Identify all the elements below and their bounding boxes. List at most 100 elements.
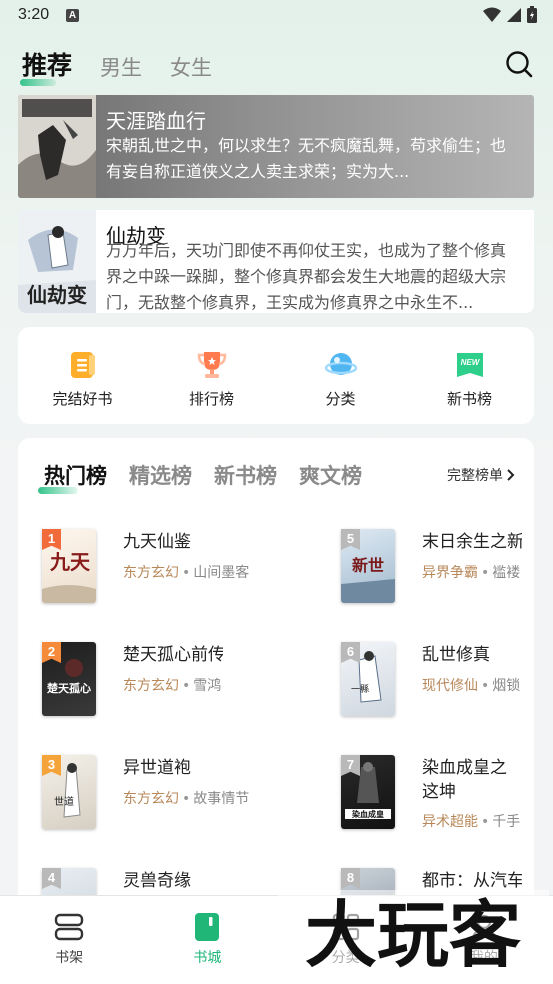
ranking-panel: 热门榜 精选榜 新书榜 爽文榜 完整榜单 九天 1 九天仙鉴 东方玄幻 • 山间墨客… <box>18 438 534 908</box>
battery-icon <box>527 6 537 23</box>
book-author: 烟锁 <box>492 678 521 694</box>
separator-dot: • <box>481 565 490 581</box>
ranking-book-title: 乱世修真 <box>422 645 490 665</box>
separator-dot: • <box>481 814 490 830</box>
book-description: 宋朝乱世之中，何以求生？无不疯魔乱舞，苟求偷生；也有妄自称正道侠义之人卖主求荣；… <box>106 136 507 181</box>
tab-selected[interactable]: 精选榜 <box>129 460 192 490</box>
nav-bookstore[interactable]: 书城 <box>138 896 276 984</box>
tab-recommend[interactable]: 推荐 <box>19 46 72 86</box>
trophy-icon <box>197 352 226 378</box>
tab-male[interactable]: 男生 <box>100 52 142 82</box>
quick-entry-label: 新书榜 <box>446 390 492 408</box>
tab-new[interactable]: 新书榜 <box>214 460 277 490</box>
ranking-book-meta: 现代修仙 • 烟锁 <box>422 675 534 695</box>
ranking-book-title: 染血成皇之这坤 <box>422 758 507 802</box>
book-author: 山间墨客 <box>193 565 250 581</box>
nav-bookshelf[interactable]: 书架 <box>0 896 138 984</box>
nav-label: 书架 <box>55 950 84 966</box>
ranking-item[interactable]: 染血成皇 7 染血成皇之这坤 异术超能 • 千手 <box>341 755 534 833</box>
ranking-item[interactable]: 九天 1 九天仙鉴 东方玄幻 • 山间墨客 <box>42 529 282 607</box>
separator-dot: • <box>182 678 191 694</box>
ranking-book-title: 楚天孤心前传 <box>123 645 223 665</box>
ranking-book-meta: 东方玄幻 • 故事情节 <box>123 788 263 808</box>
book-cover-image <box>18 95 96 198</box>
nav-profile[interactable]: 我的 <box>415 896 553 984</box>
nav-label: 分类 <box>331 950 360 966</box>
book-author: 千手 <box>492 814 521 830</box>
quick-entry-label: 分类 <box>325 390 356 408</box>
nav-label: 书城 <box>193 950 222 966</box>
finished-book-icon <box>70 352 95 378</box>
ranking-book-title: 异世道袍 <box>123 758 191 778</box>
signal-icon <box>507 7 521 22</box>
ranking-book-meta: 异术超能 • 千手 <box>422 811 534 831</box>
search-icon[interactable] <box>505 50 533 78</box>
book-author: 故事情节 <box>193 791 250 807</box>
separator-dot: • <box>182 565 191 581</box>
status-icons <box>483 6 537 23</box>
quick-entry-panel: 完结好书 排行榜 分类 NEW 新书榜 <box>18 327 534 424</box>
category-icon <box>332 913 359 941</box>
featured-book-card[interactable]: 仙劫变 仙劫变 万万年后，天功门即使不再仰仗王实，也成为了整个修真界之中跺一跺脚… <box>18 210 534 313</box>
tab-female[interactable]: 女生 <box>170 52 212 82</box>
svg-text:仙劫变: 仙劫变 <box>27 283 87 307</box>
bookstore-icon <box>195 913 220 941</box>
book-genre: 现代修仙 <box>422 678 478 694</box>
ranking-item[interactable]: 世道 3 异世道袍 东方玄幻 • 故事情节 <box>42 755 282 833</box>
full-ranking-link[interactable]: 完整榜单 <box>447 465 516 485</box>
ranking-book-title: 九天仙鉴 <box>123 532 191 552</box>
book-author: 雪鸿 <box>193 678 222 694</box>
quick-entry-ranking[interactable]: 排行榜 <box>147 327 276 424</box>
svg-text:九天: 九天 <box>49 550 91 574</box>
tab-cool[interactable]: 爽文榜 <box>299 460 362 490</box>
ranking-item[interactable]: 一縣 6 乱世修真 现代修仙 • 烟锁 <box>341 642 534 720</box>
quick-entry-new-books[interactable]: NEW 新书榜 <box>405 327 534 424</box>
profile-icon <box>471 914 496 941</box>
svg-text:楚天孤心: 楚天孤心 <box>47 681 91 695</box>
svg-text:一縣: 一縣 <box>351 684 369 695</box>
new-book-icon: NEW <box>456 353 483 377</box>
book-genre: 东方玄幻 <box>123 791 179 807</box>
top-tabs: 推荐 男生 女生 <box>19 46 240 86</box>
book-genre: 东方玄幻 <box>123 565 179 581</box>
full-ranking-label: 完整榜单 <box>447 468 503 484</box>
svg-text:新世: 新世 <box>352 556 384 575</box>
quick-entry-label: 排行榜 <box>188 390 234 408</box>
book-genre: 东方玄幻 <box>123 678 179 694</box>
book-genre: 异界争霸 <box>422 565 478 581</box>
bookshelf-icon <box>54 913 84 941</box>
wifi-icon <box>483 7 501 22</box>
ranking-book-title: 都市：从汽车 <box>422 871 522 891</box>
nav-category[interactable]: 分类 <box>277 896 415 984</box>
category-planet-icon <box>324 353 357 375</box>
chevron-right-icon <box>507 469 515 481</box>
bottom-navigation: 书架 书城 分类 我的 <box>0 895 553 984</box>
book-description: 万万年后，天功门即使不再仰仗王实，也成为了整个修真界之中跺一跺脚，整个修真界都会… <box>106 241 507 312</box>
ranking-book-meta: 东方玄幻 • 山间墨客 <box>123 562 263 582</box>
svg-text:世道: 世道 <box>54 795 74 808</box>
ranking-item[interactable]: 楚天孤心 2 楚天孤心前传 东方玄幻 • 雪鸿 <box>42 642 282 720</box>
quick-entry-finished[interactable]: 完结好书 <box>18 327 147 424</box>
status-bar: 3:20 A <box>0 0 553 32</box>
book-title: 天涯踏血行 <box>106 109 206 133</box>
ranking-book-meta: 异界争霸 • 褴褛 <box>422 562 534 582</box>
svg-text:NEW: NEW <box>460 358 480 367</box>
quick-entry-category[interactable]: 分类 <box>276 327 405 424</box>
quick-entry-label: 完结好书 <box>52 390 113 408</box>
featured-book-card[interactable]: 天涯踏血行 宋朝乱世之中，何以求生？无不疯魔乱舞，苟求偷生；也有妄自称正道侠义之… <box>18 95 534 198</box>
book-genre: 异术超能 <box>422 814 478 830</box>
ranking-book-title: 灵兽奇缘 <box>123 871 191 891</box>
book-cover-image: 仙劫变 <box>18 210 96 313</box>
status-time: 3:20 <box>18 6 50 23</box>
ranking-book-meta: 东方玄幻 • 雪鸿 <box>123 675 263 695</box>
book-author: 褴褛 <box>492 565 521 581</box>
nav-label: 我的 <box>469 950 498 966</box>
tab-hot[interactable]: 热门榜 <box>38 460 107 494</box>
ranking-book-title: 末日余生之新 <box>422 532 522 552</box>
separator-dot: • <box>182 791 191 807</box>
ranking-tabs: 热门榜 精选榜 新书榜 爽文榜 <box>38 460 384 494</box>
notification-icon: A <box>66 9 79 22</box>
separator-dot: • <box>481 678 490 694</box>
svg-text:染血成皇: 染血成皇 <box>351 809 384 819</box>
ranking-item[interactable]: 新世 5 末日余生之新 异界争霸 • 褴褛 <box>341 529 534 607</box>
